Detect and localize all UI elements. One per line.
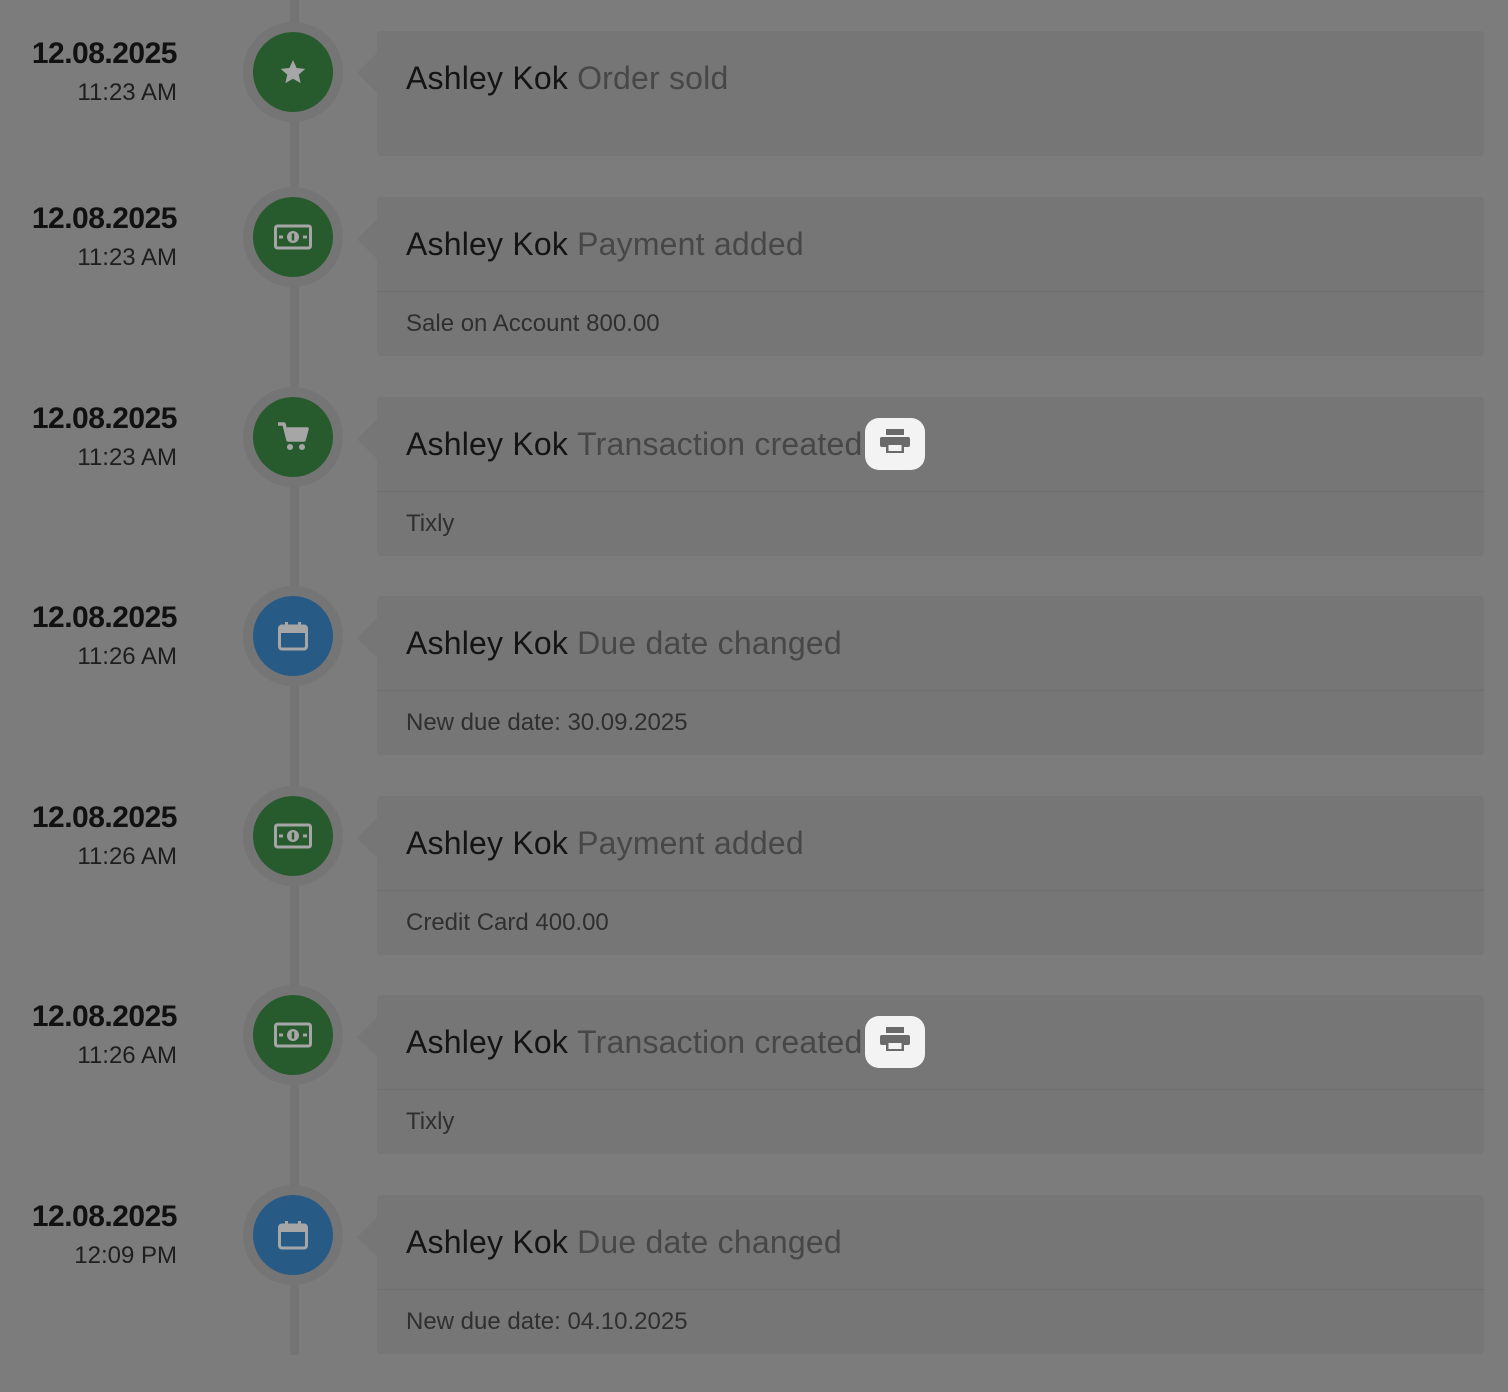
entry-timestamp: 12.08.2025 12:09 PM — [0, 1200, 178, 1270]
card-pointer — [357, 1017, 377, 1057]
entry-time: 12:09 PM — [74, 1242, 177, 1269]
badge-circle — [253, 32, 333, 112]
entry-actor[interactable]: Ashley Kok — [406, 825, 568, 862]
entry-timestamp: 12.08.2025 11:26 AM — [0, 801, 178, 871]
badge-circle — [253, 796, 333, 876]
entry-date: 12.08.2025 — [31, 402, 178, 435]
badge-circle — [253, 995, 333, 1075]
entry-card: Ashley Kok Due date changed New due date… — [357, 596, 1484, 755]
star-icon — [278, 57, 308, 87]
entry-timestamp: 12.08.2025 11:23 AM — [0, 402, 178, 472]
entry-badge — [243, 985, 343, 1085]
entry-card: Ashley Kok Transaction created Tixly — [357, 995, 1484, 1154]
entry-action: Transaction created — [577, 425, 863, 462]
entry-time: 11:23 AM — [77, 444, 177, 471]
entry-header: Ashley Kok Transaction created — [377, 397, 1484, 492]
entry-timestamp: 12.08.2025 11:23 AM — [0, 37, 178, 107]
calendar-icon — [277, 1219, 309, 1251]
cart-icon — [276, 421, 310, 453]
entry-date: 12.08.2025 — [31, 1000, 178, 1033]
entry-time: 11:23 AM — [77, 244, 177, 271]
entry-action: Due date changed — [577, 624, 842, 661]
entry-badge — [243, 1185, 343, 1285]
entry-card: Ashley Kok Payment added Sale on Account… — [357, 197, 1484, 356]
card-pointer — [357, 1217, 377, 1257]
entry-date: 12.08.2025 — [31, 801, 178, 834]
entry-timestamp: 12.08.2025 11:23 AM — [0, 202, 178, 272]
entry-date: 12.08.2025 — [31, 1200, 178, 1233]
entry-header: Ashley Kok Payment added — [377, 197, 1484, 292]
entry-actor[interactable]: Ashley Kok — [406, 226, 568, 263]
entry-header: Ashley Kok Order sold — [377, 31, 1484, 125]
entry-badge — [243, 387, 343, 487]
entry-card: Ashley Kok Order sold — [357, 31, 1484, 156]
entry-detail: New due date: 04.10.2025 — [406, 1308, 688, 1335]
entry-detail: New due date: 30.09.2025 — [406, 709, 688, 736]
entry-action: Order sold — [577, 59, 729, 96]
entry-timestamp: 12.08.2025 11:26 AM — [0, 601, 178, 671]
card-pointer — [357, 818, 377, 858]
entry-actor[interactable]: Ashley Kok — [406, 625, 568, 662]
entry-header: Ashley Kok Due date changed — [377, 596, 1484, 691]
entry-actor[interactable]: Ashley Kok — [406, 60, 568, 97]
money-icon — [274, 822, 312, 850]
calendar-icon — [277, 620, 309, 652]
entry-time: 11:26 AM — [77, 1042, 177, 1069]
badge-circle — [253, 1195, 333, 1275]
entry-badge — [243, 586, 343, 686]
entry-actor[interactable]: Ashley Kok — [406, 1024, 568, 1061]
print-button[interactable] — [864, 418, 925, 470]
entry-detail: Tixly — [406, 1108, 455, 1135]
entry-action: Transaction created — [577, 1023, 863, 1060]
print-button[interactable] — [864, 1016, 925, 1068]
entry-badge — [243, 22, 343, 122]
entry-action: Payment added — [577, 824, 804, 861]
entry-header: Ashley Kok Payment added — [377, 796, 1484, 891]
card-pointer — [357, 53, 377, 93]
badge-circle — [253, 397, 333, 477]
entry-badge — [243, 187, 343, 287]
entry-action: Payment added — [577, 225, 804, 262]
card-pointer — [357, 419, 377, 459]
entry-card: Ashley Kok Transaction created Tixly — [357, 397, 1484, 556]
badge-circle — [253, 596, 333, 676]
entry-date: 12.08.2025 — [31, 37, 178, 70]
entry-action: Due date changed — [577, 1223, 842, 1260]
printer-icon — [878, 426, 912, 463]
badge-circle — [253, 197, 333, 277]
entry-detail: Tixly — [406, 510, 455, 537]
entry-actor[interactable]: Ashley Kok — [406, 426, 568, 463]
entry-date: 12.08.2025 — [31, 601, 178, 634]
printer-icon — [878, 1024, 912, 1061]
entry-timestamp: 12.08.2025 11:26 AM — [0, 1000, 178, 1070]
entry-date: 12.08.2025 — [31, 202, 178, 235]
entry-badge — [243, 786, 343, 886]
money-icon — [274, 1021, 312, 1049]
card-pointer — [357, 618, 377, 658]
entry-detail: Sale on Account 800.00 — [406, 310, 660, 337]
entry-time: 11:26 AM — [77, 643, 177, 670]
entry-card: Ashley Kok Due date changed New due date… — [357, 1195, 1484, 1354]
entry-header: Ashley Kok Due date changed — [377, 1195, 1484, 1290]
entry-time: 11:23 AM — [77, 79, 177, 106]
entry-card: Ashley Kok Payment added Credit Card 400… — [357, 796, 1484, 955]
money-icon — [274, 223, 312, 251]
entry-header: Ashley Kok Transaction created — [377, 995, 1484, 1090]
entry-detail: Credit Card 400.00 — [406, 909, 609, 936]
card-pointer — [357, 219, 377, 259]
entry-actor[interactable]: Ashley Kok — [406, 1224, 568, 1261]
activity-timeline: 12.08.2025 11:23 AM Ashley Kok Order sol… — [0, 0, 1508, 1392]
entry-time: 11:26 AM — [77, 843, 177, 870]
